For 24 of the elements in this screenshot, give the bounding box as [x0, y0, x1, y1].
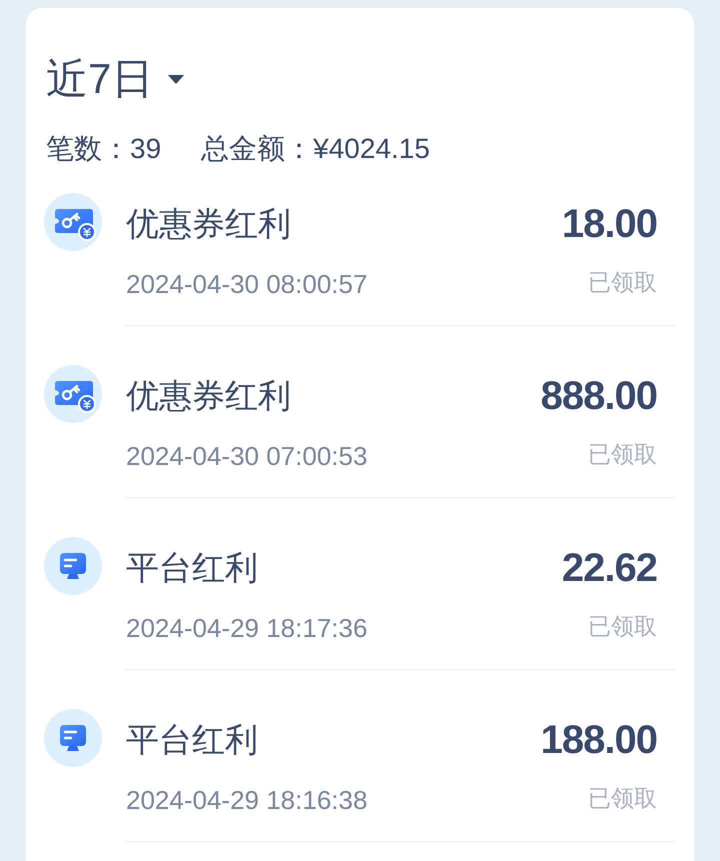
record-time: 2024-04-30 08:00:57: [126, 268, 368, 301]
record-time: 2024-04-29 18:17:36: [126, 612, 368, 645]
record-time: 2024-04-30 07:00:53: [126, 440, 368, 473]
total-amount-text: 总金额：¥4024.15: [201, 132, 430, 166]
amount-text: 188.00: [540, 717, 657, 764]
record-time: 2024-04-29 18:16:38: [126, 784, 368, 817]
amount-text: 888.00: [540, 373, 657, 420]
status-text: 已领取: [588, 440, 657, 469]
amount-text: 18.00: [562, 201, 657, 248]
monitor-icon: [44, 709, 102, 767]
status-text: 已领取: [588, 612, 657, 641]
record-title: 平台红利: [126, 720, 259, 760]
count-text: 笔数：39: [46, 132, 162, 166]
amount-text: 22.62: [562, 545, 657, 592]
record-title: 优惠券红利: [126, 376, 292, 416]
status-text: 已领取: [588, 268, 657, 297]
record-title: 平台红利: [126, 548, 259, 588]
status-text: 已领取: [588, 784, 657, 813]
period-dropdown[interactable]: 近7日: [44, 54, 188, 104]
monitor-icon: [44, 537, 102, 595]
record-title: 优惠券红利: [126, 204, 292, 244]
coupon-icon: [44, 193, 102, 251]
caret-icon: [167, 74, 186, 84]
coupon-icon: [44, 365, 102, 423]
